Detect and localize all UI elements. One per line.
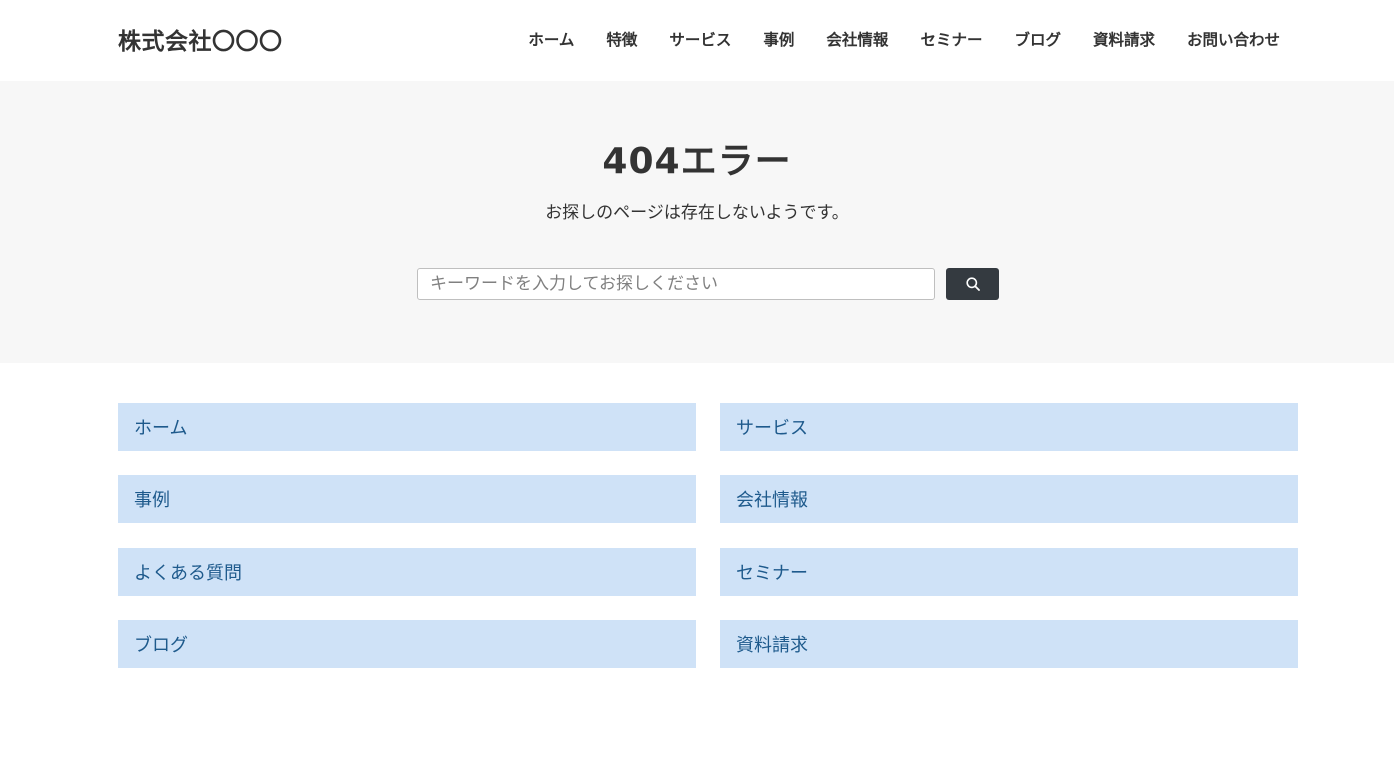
search-button[interactable]	[946, 268, 999, 300]
link-seminar[interactable]: セミナー	[720, 547, 1298, 596]
link-services[interactable]: サービス	[720, 403, 1298, 451]
nav-item-company[interactable]: 会社情報	[810, 28, 904, 50]
nav-item-blog[interactable]: ブログ	[998, 28, 1077, 50]
search-icon	[965, 277, 980, 291]
site-logo[interactable]: 株式会社〇〇〇	[118, 22, 283, 56]
nav-item-home[interactable]: ホーム	[512, 28, 590, 50]
error-message: お探しのページは存在しないようです。	[545, 203, 849, 223]
sitemap-links: ホーム サービス 事例 会社情報 よくある質問 セミナー ブログ 資料請求	[118, 403, 1298, 668]
nav-item-features[interactable]: 特徴	[590, 28, 653, 50]
link-blog[interactable]: ブログ	[118, 619, 696, 668]
link-company[interactable]: 会社情報	[720, 475, 1298, 524]
link-documents[interactable]: 資料請求	[720, 619, 1298, 668]
link-faq[interactable]: よくある質問	[118, 547, 696, 596]
main-nav: ホーム 特徴 サービス 事例 会社情報 セミナー ブログ 資料請求 お問い合わせ	[512, 27, 1280, 51]
search-input[interactable]	[417, 268, 935, 300]
nav-item-contact[interactable]: お問い合わせ	[1171, 28, 1280, 50]
site-header: 株式会社〇〇〇 ホーム 特徴 サービス 事例 会社情報 セミナー ブログ 資料請…	[0, 0, 1394, 81]
nav-item-cases[interactable]: 事例	[747, 28, 810, 50]
link-home[interactable]: ホーム	[118, 403, 696, 451]
nav-item-seminar[interactable]: セミナー	[904, 28, 998, 50]
nav-item-documents[interactable]: 資料請求	[1077, 28, 1171, 50]
page-title: 404エラー	[602, 141, 792, 182]
error-hero: 404エラー お探しのページは存在しないようです。	[0, 81, 1394, 363]
search-form	[417, 268, 999, 300]
link-cases[interactable]: 事例	[118, 475, 696, 524]
nav-item-services[interactable]: サービス	[653, 28, 747, 50]
